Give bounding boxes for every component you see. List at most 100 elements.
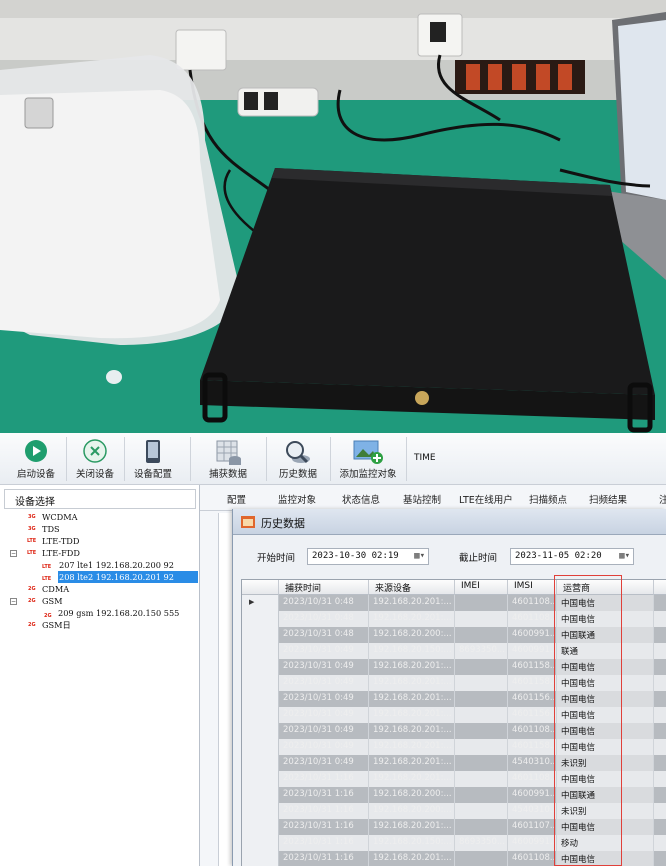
- current-row-indicator-icon[interactable]: ▶: [242, 595, 279, 611]
- table-row[interactable]: 2023/10/31 0:49 192.168.20.201:... 4601158…: [242, 675, 666, 691]
- tab-scan-frequency[interactable]: 扫描频点: [529, 492, 567, 506]
- row-header[interactable]: [242, 611, 279, 627]
- row-header[interactable]: [242, 787, 279, 803]
- column-header-filler: [654, 580, 666, 595]
- cell-source-device: 192.168.20.201:...: [369, 771, 455, 787]
- history-data-grid[interactable]: 捕获时间 来源设备 IMEI IMSI 运营商 ▶ 2023/10/31 0:48…: [241, 579, 666, 866]
- row-header[interactable]: [242, 771, 279, 787]
- cell-operator: 中国电信: [557, 739, 654, 755]
- table-row[interactable]: 2023/10/31 0:48 192.168.20.201:... 4601108…: [242, 611, 666, 627]
- tab-lte-online-users[interactable]: LTE在线用户: [459, 492, 513, 506]
- table-row[interactable]: 2023/10/31 0:49 192.168.20.201:... 4601158…: [242, 739, 666, 755]
- column-header-capture-time[interactable]: 捕获时间: [279, 580, 369, 595]
- table-row[interactable]: 2023/10/31 0:49 192.168.20.201:... 4601156…: [242, 707, 666, 723]
- row-header[interactable]: [242, 851, 279, 866]
- network-lte-icon: LTE: [27, 550, 37, 556]
- tab-more[interactable]: 注: [659, 492, 666, 506]
- row-header[interactable]: [242, 643, 279, 659]
- row-header[interactable]: [242, 707, 279, 723]
- column-header-operator[interactable]: 运营商: [557, 580, 654, 595]
- cell-filler: [654, 595, 666, 611]
- cell-source-device: 192.168.20.201:...: [369, 675, 455, 691]
- cell-imei: [455, 595, 508, 611]
- equipment-photo: [0, 0, 666, 433]
- capture-data-label: 捕获数据: [208, 469, 247, 480]
- row-header[interactable]: [242, 755, 279, 771]
- cell-imsi: 4540310...: [508, 755, 557, 771]
- tab-status-info[interactable]: 状态信息: [342, 492, 380, 506]
- row-header[interactable]: [242, 819, 279, 835]
- table-row[interactable]: 2023/10/31 1:16 192.168.20.200:... 4600991…: [242, 787, 666, 803]
- cell-imei: [455, 739, 508, 755]
- start-device-button[interactable]: 启动设备: [8, 435, 64, 483]
- table-row[interactable]: 2023/10/31 1:16 192.168.20.150:... 8693350…: [242, 835, 666, 851]
- table-row[interactable]: 2023/10/31 0:49 192.168.20.150:... 8693350…: [242, 643, 666, 659]
- calendar-dropdown-icon[interactable]: ▦▾: [619, 551, 630, 561]
- cell-imsi: 4601108...: [508, 851, 557, 866]
- cell-operator: 中国联通: [557, 787, 654, 803]
- table-row[interactable]: 2023/10/31 1:16 192.168.20.201:... 4601108…: [242, 851, 666, 866]
- table-row[interactable]: 2023/10/31 1:16 192.168.20.201:... 4601107…: [242, 819, 666, 835]
- stop-device-button[interactable]: 关闭设备: [70, 435, 120, 483]
- cell-imei: [455, 691, 508, 707]
- add-monitor-target-button[interactable]: 添加监控对象: [332, 435, 404, 483]
- cell-filler: [654, 707, 666, 723]
- cell-imei: [455, 755, 508, 771]
- row-header[interactable]: [242, 691, 279, 707]
- database-grid-icon: [216, 440, 241, 465]
- table-row[interactable]: 2023/10/31 0:49 192.168.20.201:... 4601158…: [242, 659, 666, 675]
- cell-imsi: 4600991...: [508, 627, 557, 643]
- row-header[interactable]: [242, 723, 279, 739]
- history-data-dialog: 历史数据 开始时间 2023-10-30 02:19 ▦▾ 截止时间 2023-…: [232, 509, 666, 866]
- tab-config[interactable]: 配置: [227, 492, 246, 506]
- row-header[interactable]: [242, 675, 279, 691]
- table-row[interactable]: 2023/10/31 1:16 192.168.20.201:... 4601108…: [242, 771, 666, 787]
- table-row[interactable]: ▶ 2023/10/31 0:48 192.168.20.201:... 460110…: [242, 595, 666, 611]
- end-time-picker[interactable]: 2023-11-05 02:20 ▦▾: [510, 548, 634, 565]
- cell-operator: 中国联通: [557, 627, 654, 643]
- cell-imei: [455, 723, 508, 739]
- column-header-imsi[interactable]: IMSI: [508, 580, 557, 595]
- cell-operator: 中国电信: [557, 819, 654, 835]
- cell-source-device: 192.168.20.201:...: [369, 691, 455, 707]
- tab-base-station-control[interactable]: 基站控制: [403, 492, 441, 506]
- calendar-dropdown-icon[interactable]: ▦▾: [414, 551, 425, 561]
- toolbar-separator: [266, 437, 267, 481]
- table-row[interactable]: 2023/10/31 0:49 192.168.20.201:... 4601108…: [242, 723, 666, 739]
- collapse-toggle-icon[interactable]: −: [10, 598, 17, 605]
- cell-source-device: 192.168.20.200:...: [369, 803, 455, 819]
- table-row[interactable]: 2023/10/31 1:16 192.168.20.200:... 4540310…: [242, 803, 666, 819]
- cell-filler: [654, 755, 666, 771]
- cell-imsi: 4601107...: [508, 819, 557, 835]
- network-3g-icon: 3G: [28, 514, 36, 520]
- row-header[interactable]: [242, 835, 279, 851]
- cell-operator: 中国电信: [557, 851, 654, 866]
- capture-data-button[interactable]: 捕获数据: [200, 435, 256, 483]
- start-time-picker[interactable]: 2023-10-30 02:19 ▦▾: [307, 548, 429, 565]
- tab-scan-results[interactable]: 扫频结果: [589, 492, 627, 506]
- row-header[interactable]: [242, 659, 279, 675]
- history-data-button[interactable]: 历史数据: [270, 435, 326, 483]
- cell-source-device: 192.168.20.200:...: [369, 787, 455, 803]
- cell-operator: 中国电信: [557, 707, 654, 723]
- cell-filler: [654, 803, 666, 819]
- column-header-imei[interactable]: IMEI: [455, 580, 508, 595]
- table-row[interactable]: 2023/10/31 0:49 192.168.20.201:... 4540310…: [242, 755, 666, 771]
- toolbar-separator: [330, 437, 331, 481]
- column-header-source-device[interactable]: 来源设备: [369, 580, 455, 595]
- cell-capture-time: 2023/10/31 0:49: [279, 691, 369, 707]
- cell-source-device: 192.168.20.150:...: [369, 643, 455, 659]
- tab-monitor-targets[interactable]: 监控对象: [278, 492, 316, 506]
- device-config-button[interactable]: 设备配置: [128, 435, 178, 483]
- row-header[interactable]: [242, 627, 279, 643]
- cell-filler: [654, 627, 666, 643]
- device-config-label: 设备配置: [133, 469, 172, 480]
- cell-source-device: 192.168.20.200:...: [369, 627, 455, 643]
- row-header[interactable]: [242, 739, 279, 755]
- row-header[interactable]: [242, 803, 279, 819]
- tree-node-device-lte2[interactable]: LTE 208 lte2 192.168.20.201 92: [0, 571, 198, 583]
- table-row[interactable]: 2023/10/31 0:49 192.168.20.201:... 4601156…: [242, 691, 666, 707]
- cell-operator: 联通: [557, 643, 654, 659]
- table-row[interactable]: 2023/10/31 0:48 192.168.20.200:... 4600991…: [242, 627, 666, 643]
- collapse-toggle-icon[interactable]: −: [10, 550, 17, 557]
